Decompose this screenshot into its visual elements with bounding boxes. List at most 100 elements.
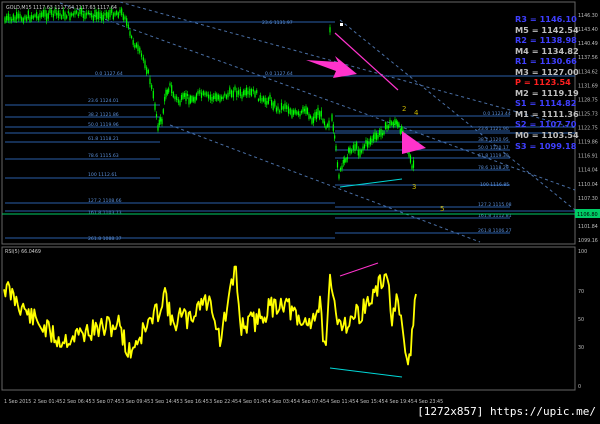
price-divergence-line[interactable] (339, 178, 403, 188)
channel-mid-line[interactable] (59, 2, 576, 191)
rsi-axis: 100 70 50 30 0 (578, 249, 587, 390)
candle-body (259, 95, 261, 101)
fib-label: 127.2 1115.08 (478, 202, 512, 208)
candle-body (322, 119, 324, 123)
pivot-level-m3: M3 = 1127.00 (515, 66, 579, 77)
candle-body (165, 89, 167, 98)
candle-body (192, 97, 195, 102)
candle-body (4, 17, 6, 23)
candle-body (180, 95, 183, 100)
candle-body (264, 98, 266, 105)
candle-body (6, 15, 8, 21)
candle-body (237, 90, 240, 95)
rsi-axis-label: 100 (578, 249, 587, 255)
fib-label: 38.2 1121.86 (88, 112, 119, 118)
candle-body (129, 31, 131, 36)
candle-body (392, 121, 394, 127)
candle-body (69, 13, 71, 21)
fib-label: 78.6 1118.29 (478, 165, 509, 171)
candle-body (309, 115, 312, 119)
candle-body (303, 108, 306, 112)
candle-body (312, 116, 315, 123)
fib-label: 23.6 1121.90 (478, 126, 509, 132)
rsi-axis-label: 0 (578, 384, 581, 390)
candle-body (254, 91, 256, 98)
candle-body (94, 10, 96, 18)
candle-body (189, 95, 192, 104)
candle-body (209, 94, 211, 100)
candle-body (114, 12, 116, 16)
candle-body (267, 97, 269, 104)
arrow-down-right-icon[interactable] (306, 56, 357, 78)
candle-body (21, 17, 23, 21)
candle-body (84, 13, 86, 19)
rsi-caption: RSI(5) 66.0469 (5, 249, 41, 255)
candle-body (236, 90, 238, 97)
candle-body (274, 100, 276, 107)
candle-body (57, 10, 59, 18)
candle-body (395, 120, 397, 125)
pivot-level-r3: R3 = 1146.10 (515, 14, 577, 24)
candle-body (271, 100, 273, 106)
candle-body (139, 47, 141, 53)
candle-body (89, 13, 91, 16)
candle-body (391, 121, 393, 126)
trend-annotation-line[interactable] (334, 32, 399, 91)
candle-body (389, 119, 391, 126)
price-chart-canvas[interactable]: 23.6 1131.97 0.0 1127.64 0.0 1127.64 23.… (0, 0, 600, 246)
rsi-divergence-top-line[interactable] (339, 262, 379, 277)
candle-body (365, 140, 367, 144)
candle-body (32, 15, 34, 19)
candle-body (91, 13, 93, 18)
candle-body (197, 91, 199, 94)
candle-body (162, 109, 164, 114)
candle-body (363, 144, 366, 149)
candle-body (166, 89, 168, 95)
candle-body (239, 89, 241, 96)
rsi-indicator-pane[interactable]: RSI(5) 66.0469 100 70 50 30 0 (0, 246, 600, 391)
candle-body (300, 110, 303, 114)
candle-body (164, 97, 166, 102)
candle-body (116, 10, 118, 15)
rsi-divergence-bottom-line[interactable] (329, 367, 403, 378)
candle-body (250, 88, 253, 96)
rsi-line[interactable] (3, 265, 417, 366)
candle-body (169, 83, 171, 86)
candle-body (11, 18, 13, 22)
candle-body (182, 93, 184, 99)
candle-body (221, 96, 223, 100)
candle-body (206, 92, 208, 97)
candle-body (217, 94, 219, 100)
candlestick-series[interactable] (4, 5, 415, 181)
candle-body (294, 109, 296, 114)
quote-caption: 1117.63 1117.64 1117.63 1117.64 (33, 5, 117, 11)
candle-body (369, 137, 372, 145)
candle-body (126, 18, 128, 26)
candle-body (66, 15, 68, 19)
candle-body (134, 45, 136, 48)
candle-body (151, 84, 153, 89)
rsi-chart-canvas[interactable]: RSI(5) 66.0469 100 70 50 30 0 (0, 246, 600, 391)
channel-upper-line[interactable] (119, 1, 576, 129)
candle-body (230, 90, 233, 97)
price-chart-pane[interactable]: 23.6 1131.97 0.0 1127.64 0.0 1127.64 23.… (0, 0, 600, 246)
candle-body (135, 43, 137, 48)
candle-body (19, 13, 21, 19)
candle-body (242, 90, 245, 96)
candle-body (216, 93, 218, 101)
candle-body (383, 131, 385, 135)
pivot-level-m0: M0 = 1103.54 (515, 130, 579, 141)
channel-lower-line[interactable] (169, 124, 481, 243)
fib-label: 61.8 1119.39 (478, 153, 509, 159)
candle-body (336, 162, 339, 168)
candle-body (374, 132, 376, 139)
candle-body (328, 120, 330, 128)
candle-body (74, 10, 76, 15)
candle-body (348, 147, 350, 153)
rsi-pane-frame (1, 246, 576, 391)
candle-body (339, 167, 342, 171)
candle-body (144, 60, 146, 69)
candle-body (346, 156, 348, 160)
candle-body (280, 102, 283, 110)
candle-body (72, 13, 74, 16)
